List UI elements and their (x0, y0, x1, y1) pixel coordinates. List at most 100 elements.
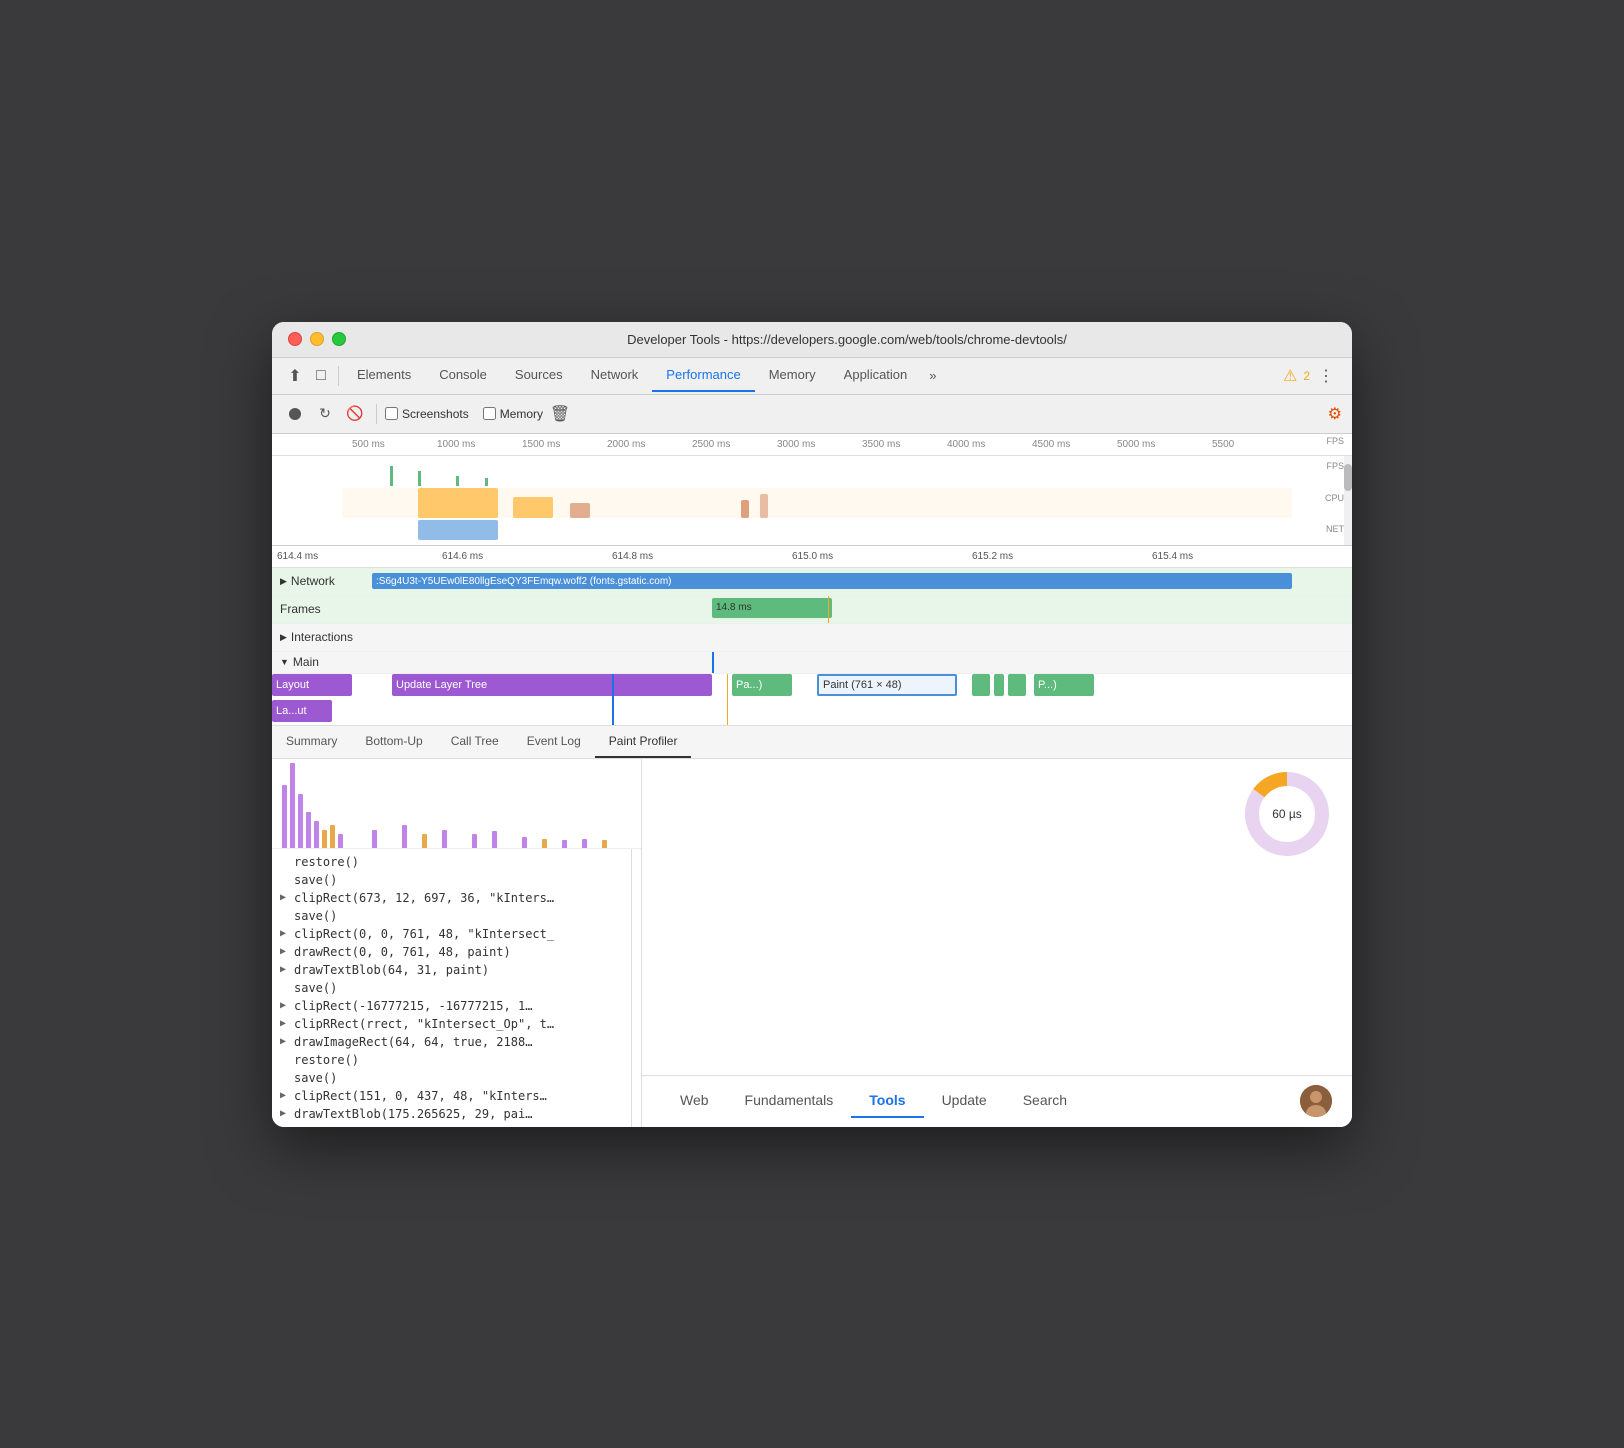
web-nav-update[interactable]: Update (924, 1084, 1005, 1118)
paint-cmd-cliprrect[interactable]: ▶ clipRRect(rrect, "kIntersect_Op", t… (272, 1015, 631, 1033)
user-avatar[interactable] (1300, 1085, 1332, 1117)
traffic-lights (288, 332, 346, 346)
timeline-ruler: 500 ms 1000 ms 1500 ms 2000 ms 2500 ms 3… (272, 434, 1352, 456)
fps-right-label: FPS (1326, 461, 1344, 471)
settings-icon[interactable]: ⚙ (1328, 406, 1342, 423)
right-panel: 60 µs Web Fundamentals Tools Update Sear… (642, 759, 1352, 1127)
main-track-header: ▼ Main (272, 652, 1352, 674)
paint-cmd-save-1[interactable]: save() (272, 871, 631, 889)
paint-block[interactable]: Paint (761 × 48) (817, 674, 957, 696)
paint-cmd-drawimagerect[interactable]: ▶ drawImageRect(64, 64, true, 2188… (272, 1033, 631, 1051)
cursor-icon[interactable]: ⬆ (282, 363, 308, 389)
cpu-chart (342, 488, 1292, 518)
flame-tick-5: 615.2 ms (972, 551, 1013, 562)
tab-call-tree[interactable]: Call Tree (437, 726, 513, 758)
blue-line-main (612, 674, 614, 725)
tab-paint-profiler[interactable]: Paint Profiler (595, 726, 692, 758)
chart-bar-3 (298, 794, 303, 847)
flame-tick-6: 615.4 ms (1152, 551, 1193, 562)
memory-label: Memory (500, 407, 543, 421)
green-mini-1[interactable] (972, 674, 990, 696)
fps-label: FPS (1326, 436, 1344, 446)
web-nav-web[interactable]: Web (662, 1084, 727, 1118)
ruler-tick-1500: 1500 ms (522, 439, 560, 450)
layout-block[interactable]: Layout (272, 674, 352, 696)
green-mini-2[interactable] (994, 674, 1004, 696)
web-nav-search[interactable]: Search (1005, 1084, 1085, 1118)
network-bar[interactable]: :S6g4U3t-Y5UEw0lE80llgEseQY3FEmqw.woff2 … (372, 573, 1292, 589)
scrollbar-thumb[interactable] (1344, 464, 1352, 491)
paint-cmd-drawrect[interactable]: ▶ drawRect(0, 0, 761, 48, paint) (272, 943, 631, 961)
paint-cmd-drawtextblob-1[interactable]: ▶ drawTextBlob(64, 31, paint) (272, 961, 631, 979)
tab-summary[interactable]: Summary (272, 726, 351, 758)
tab-sources[interactable]: Sources (501, 359, 577, 392)
paint-cmd-restore-2[interactable]: restore() (272, 1051, 631, 1069)
maximize-button[interactable] (332, 332, 346, 346)
tab-memory[interactable]: Memory (755, 359, 830, 392)
paint-cmd-save-3[interactable]: save() (272, 979, 631, 997)
paint-cmd-save-2[interactable]: save() (272, 907, 631, 925)
delete-button[interactable]: 🗑 (547, 401, 573, 427)
ruler-tick-5500: 5500 (1212, 439, 1234, 450)
orange-marker (828, 596, 829, 623)
chart-bar-1 (282, 785, 287, 847)
chart-bar-14 (492, 831, 497, 847)
chart-bar-18 (582, 839, 587, 848)
network-bar-label: :S6g4U3t-Y5UEw0lE80llgEseQY3FEmqw.woff2 … (376, 576, 672, 587)
paint-cmd-cliprect-3[interactable]: ▶ clipRect(-16777215, -16777215, 1… (272, 997, 631, 1015)
chart-bar-10 (402, 825, 407, 847)
paint-cmd-restore-1[interactable]: restore() (272, 853, 631, 871)
ruler-tick-5000: 5000 ms (1117, 439, 1155, 450)
paint-cmd-drawtextblob-2[interactable]: ▶ drawTextBlob(175.265625, 29, pai… (272, 1105, 631, 1123)
tab-application[interactable]: Application (830, 359, 922, 392)
screenshots-checkbox[interactable] (385, 407, 398, 420)
scrollbar-track (1344, 456, 1352, 545)
menu-button[interactable]: ⋮ (1310, 358, 1342, 394)
toolbar: ↻ 🚫 Screenshots Memory 🗑 ⚙ (272, 395, 1352, 434)
minimize-button[interactable] (310, 332, 324, 346)
cpu-right-label: CPU (1325, 493, 1344, 503)
chart-bar-19 (602, 840, 607, 847)
web-nav-fundamentals[interactable]: Fundamentals (727, 1084, 852, 1118)
pa-block[interactable]: Pa...) (732, 674, 792, 696)
frames-track: Frames 14.8 ms (272, 596, 1352, 624)
tab-elements[interactable]: Elements (343, 359, 425, 392)
screenshots-label: Screenshots (402, 407, 469, 421)
web-nav-container: Web Fundamentals Tools Update Search (642, 1075, 1352, 1127)
flame-tick-4: 615.0 ms (792, 551, 833, 562)
timeline-area: FPS CPU NET (272, 456, 1352, 546)
tab-event-log[interactable]: Event Log (513, 726, 595, 758)
inspect-icon[interactable]: □ (308, 363, 334, 389)
tab-performance[interactable]: Performance (652, 359, 754, 392)
tab-console[interactable]: Console (425, 359, 501, 392)
close-button[interactable] (288, 332, 302, 346)
layout-sub-block[interactable]: La...ut (272, 700, 332, 722)
green-mini-3[interactable] (1008, 674, 1026, 696)
frames-bar[interactable]: 14.8 ms (712, 598, 832, 618)
separator (338, 366, 339, 386)
clear-button[interactable]: 🚫 (342, 401, 368, 427)
web-nav: Web Fundamentals Tools Update Search (642, 1075, 1352, 1127)
paint-cmd-cliprect-4[interactable]: ▶ clipRect(151, 0, 437, 48, "kInters… (272, 1087, 631, 1105)
more-tabs-button[interactable]: » (921, 360, 944, 391)
title-bar: Developer Tools - https://developers.goo… (272, 322, 1352, 358)
reload-button[interactable]: ↻ (312, 401, 338, 427)
paint-cmd-cliprect-2[interactable]: ▶ clipRect(0, 0, 761, 48, "kIntersect_ (272, 925, 631, 943)
record-button[interactable] (282, 401, 308, 427)
web-nav-tools[interactable]: Tools (851, 1084, 923, 1118)
paint-cmd-cliprect-1[interactable]: ▶ clipRect(673, 12, 697, 36, "kInters… (272, 889, 631, 907)
tab-network[interactable]: Network (577, 359, 653, 392)
memory-checkbox[interactable] (483, 407, 496, 420)
tab-bottom-up[interactable]: Bottom-Up (351, 726, 436, 758)
network-track: ▶ Network :S6g4U3t-Y5UEw0lE80llgEseQY3FE… (272, 568, 1352, 596)
main-track-blocks: Layout Update Layer Tree Pa...) Paint (7… (272, 674, 1352, 726)
p-end-block[interactable]: P...) (1034, 674, 1094, 696)
chart-bar-5 (314, 821, 319, 848)
blue-marker (712, 652, 714, 673)
update-layer-tree-block[interactable]: Update Layer Tree (392, 674, 712, 696)
separator (376, 404, 377, 424)
ruler-tick-2000: 2000 ms (607, 439, 645, 450)
network-track-label: ▶ Network (272, 574, 372, 588)
paint-cmd-save-4[interactable]: save() (272, 1069, 631, 1087)
chart-bar-8 (338, 834, 343, 847)
